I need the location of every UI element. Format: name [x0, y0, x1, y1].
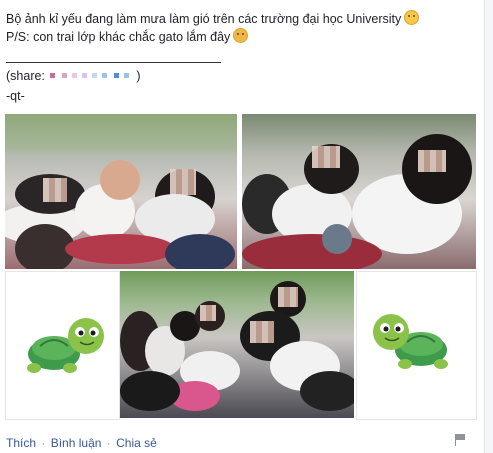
- share-link[interactable]: Chia sẻ: [116, 436, 157, 450]
- turtle-icon: [27, 318, 104, 373]
- divider: [6, 62, 221, 63]
- turtle-tile-right: [356, 271, 477, 420]
- turtle-icon: [373, 314, 448, 369]
- post-actions: Thích · Bình luận · Chia sẻ: [6, 436, 157, 450]
- tongue-emoji-icon: [233, 28, 249, 43]
- share-close: ): [136, 69, 141, 83]
- photo-3[interactable]: [120, 271, 354, 418]
- share-line: (share: ): [6, 68, 141, 84]
- photo-grid: [5, 114, 477, 426]
- share-label: (share:: [6, 69, 45, 83]
- smile-icon: [404, 10, 420, 25]
- blurred-share-name[interactable]: [48, 71, 136, 81]
- facebook-post: Bộ ảnh kỉ yếu đang làm mưa làm gió trên …: [0, 0, 493, 453]
- post-text: Bộ ảnh kỉ yếu đang làm mưa làm gió trên …: [6, 12, 402, 26]
- post-ps-text: P/S: con trai lớp khác chắc gato lắm đây: [6, 30, 231, 44]
- comment-link[interactable]: Bình luận: [51, 436, 102, 450]
- flag-icon[interactable]: [454, 434, 466, 446]
- separator: ·: [41, 436, 46, 450]
- photo-1[interactable]: [5, 114, 237, 269]
- post-text-line-2: P/S: con trai lớp khác chắc gato lắm đây: [6, 28, 249, 45]
- post-text-line-1: Bộ ảnh kỉ yếu đang làm mưa làm gió trên …: [6, 10, 420, 27]
- separator: ·: [106, 436, 111, 450]
- photo-2[interactable]: [242, 114, 476, 269]
- turtle-tile-left: [5, 271, 120, 420]
- signature: -qt-: [6, 89, 25, 103]
- like-link[interactable]: Thích: [6, 436, 36, 450]
- scrollbar[interactable]: [484, 0, 493, 453]
